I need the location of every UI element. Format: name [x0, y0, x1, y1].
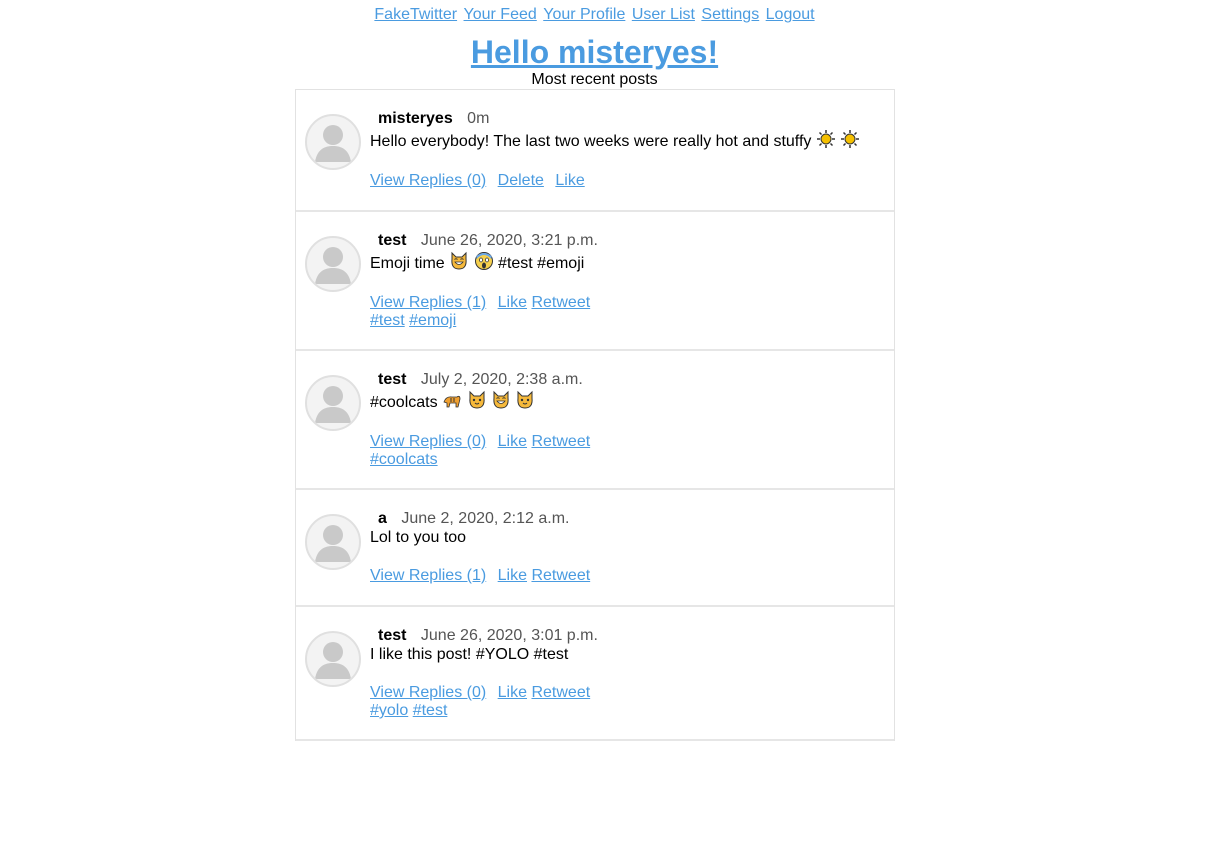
post-text: I like this post! #YOLO #test — [370, 646, 894, 664]
post-item: misteryes 0m Hello everybody! The last t… — [296, 90, 894, 212]
post-timestamp: June 26, 2020, 3:01 p.m. — [420, 627, 598, 644]
cat-face-emoji-icon — [467, 390, 487, 417]
view-replies-link[interactable]: View Replies (0) — [370, 433, 486, 450]
retweet-link[interactable]: Retweet — [531, 684, 590, 701]
retweet-link[interactable]: Retweet — [531, 294, 590, 311]
post-username[interactable]: test — [378, 627, 406, 644]
user-silhouette-icon — [315, 525, 351, 562]
post-tags: #test #emoji — [370, 312, 894, 330]
post-item: test June 26, 2020, 3:01 p.m. I like thi… — [296, 607, 894, 741]
post-feed: misteryes 0m Hello everybody! The last t… — [295, 89, 895, 741]
view-replies-link[interactable]: View Replies (0) — [370, 172, 486, 189]
post-text-content: I like this post! #YOLO #test — [370, 646, 569, 663]
post-header: test July 2, 2020, 2:38 a.m. — [370, 370, 894, 390]
post-item: test July 2, 2020, 2:38 a.m. #coolcats V… — [296, 351, 894, 490]
like-link[interactable]: Like — [555, 172, 584, 189]
hashtag-link-test[interactable]: #test — [370, 312, 405, 329]
tiger-emoji-icon — [442, 390, 462, 417]
nav-link-user-list[interactable]: User List — [632, 6, 695, 23]
user-silhouette-icon — [315, 386, 351, 423]
nav-link-logout[interactable]: Logout — [766, 6, 815, 23]
grinning-cat-emoji-icon — [491, 390, 511, 417]
post-timestamp: 0m — [467, 110, 490, 127]
greeting-link[interactable]: Hello misteryes! — [471, 34, 718, 70]
post-header: a June 2, 2020, 2:12 a.m. — [370, 509, 894, 529]
avatar[interactable] — [305, 236, 361, 292]
post-timestamp: June 26, 2020, 3:21 p.m. — [420, 232, 598, 249]
hashtag-link-emoji[interactable]: #emoji — [409, 312, 456, 329]
like-link[interactable]: Like — [498, 294, 527, 311]
nav-link-your-feed[interactable]: Your Feed — [464, 6, 537, 23]
sun-emoji-icon — [816, 129, 836, 156]
delete-link[interactable]: Delete — [498, 172, 544, 189]
hashtag-link-coolcats[interactable]: #coolcats — [370, 451, 438, 468]
post-username[interactable]: test — [378, 232, 406, 249]
cat-face-emoji-icon — [515, 390, 535, 417]
page-subtitle: Most recent posts — [531, 71, 658, 88]
post-actions: View Replies (0) Like Retweet — [370, 684, 894, 702]
post-actions: View Replies (0) Like Retweet — [370, 433, 894, 451]
post-item: test June 26, 2020, 3:21 p.m. Emoji time… — [296, 212, 894, 351]
view-replies-link[interactable]: View Replies (0) — [370, 684, 486, 701]
post-text-content: Emoji time — [370, 255, 445, 272]
user-silhouette-icon — [315, 125, 351, 162]
hashtag-link-test[interactable]: #test — [413, 702, 448, 719]
retweet-link[interactable]: Retweet — [531, 433, 590, 450]
post-text: #coolcats — [370, 390, 894, 417]
post-header: test June 26, 2020, 3:01 p.m. — [370, 626, 894, 646]
user-silhouette-icon — [315, 247, 351, 284]
post-actions: View Replies (1) Like Retweet — [370, 567, 894, 585]
page-title: Hello misteryes! — [0, 33, 1189, 71]
like-link[interactable]: Like — [498, 684, 527, 701]
post-actions: View Replies (1) Like Retweet — [370, 294, 894, 312]
post-tags: #coolcats — [370, 451, 894, 469]
post-tags: #yolo #test — [370, 702, 894, 720]
post-text: Lol to you too — [370, 529, 894, 547]
post-header: misteryes 0m — [370, 109, 894, 129]
like-link[interactable]: Like — [498, 433, 527, 450]
nav-link-faketwitter[interactable]: FakeTwitter — [374, 6, 457, 23]
post-text: Hello everybody! The last two weeks were… — [370, 129, 894, 156]
hashtag-link-yolo[interactable]: #yolo — [370, 702, 408, 719]
avatar[interactable] — [305, 631, 361, 687]
avatar[interactable] — [305, 375, 361, 431]
post-actions: View Replies (0) Delete Like — [370, 172, 894, 190]
post-timestamp: June 2, 2020, 2:12 a.m. — [401, 510, 570, 527]
user-silhouette-icon — [315, 642, 351, 679]
post-header: test June 26, 2020, 3:21 p.m. — [370, 231, 894, 251]
post-text-content: Hello everybody! The last two weeks were… — [370, 133, 812, 150]
post-timestamp: July 2, 2020, 2:38 a.m. — [420, 371, 583, 388]
post-username[interactable]: test — [378, 371, 406, 388]
avatar[interactable] — [305, 514, 361, 570]
retweet-link[interactable]: Retweet — [531, 567, 590, 584]
nav-link-settings[interactable]: Settings — [701, 6, 759, 23]
view-replies-link[interactable]: View Replies (1) — [370, 294, 486, 311]
post-text-content: #coolcats — [370, 394, 438, 411]
post-text: Emoji time #test #emoji — [370, 251, 894, 278]
like-link[interactable]: Like — [498, 567, 527, 584]
post-text-content: Lol to you too — [370, 529, 467, 546]
view-replies-link[interactable]: View Replies (1) — [370, 567, 486, 584]
nav-link-your-profile[interactable]: Your Profile — [543, 6, 625, 23]
sun-emoji-icon — [840, 129, 860, 156]
post-item: a June 2, 2020, 2:12 a.m. Lol to you too… — [296, 490, 894, 607]
grinning-cat-emoji-icon — [449, 251, 469, 278]
post-text-hashtags: #test #emoji — [498, 255, 585, 272]
top-navigation: FakeTwitter Your Feed Your Profile User … — [0, 5, 1189, 25]
screaming-face-emoji-icon — [474, 251, 494, 278]
avatar[interactable] — [305, 114, 361, 170]
post-username[interactable]: a — [378, 510, 387, 527]
post-username[interactable]: misteryes — [378, 110, 453, 127]
